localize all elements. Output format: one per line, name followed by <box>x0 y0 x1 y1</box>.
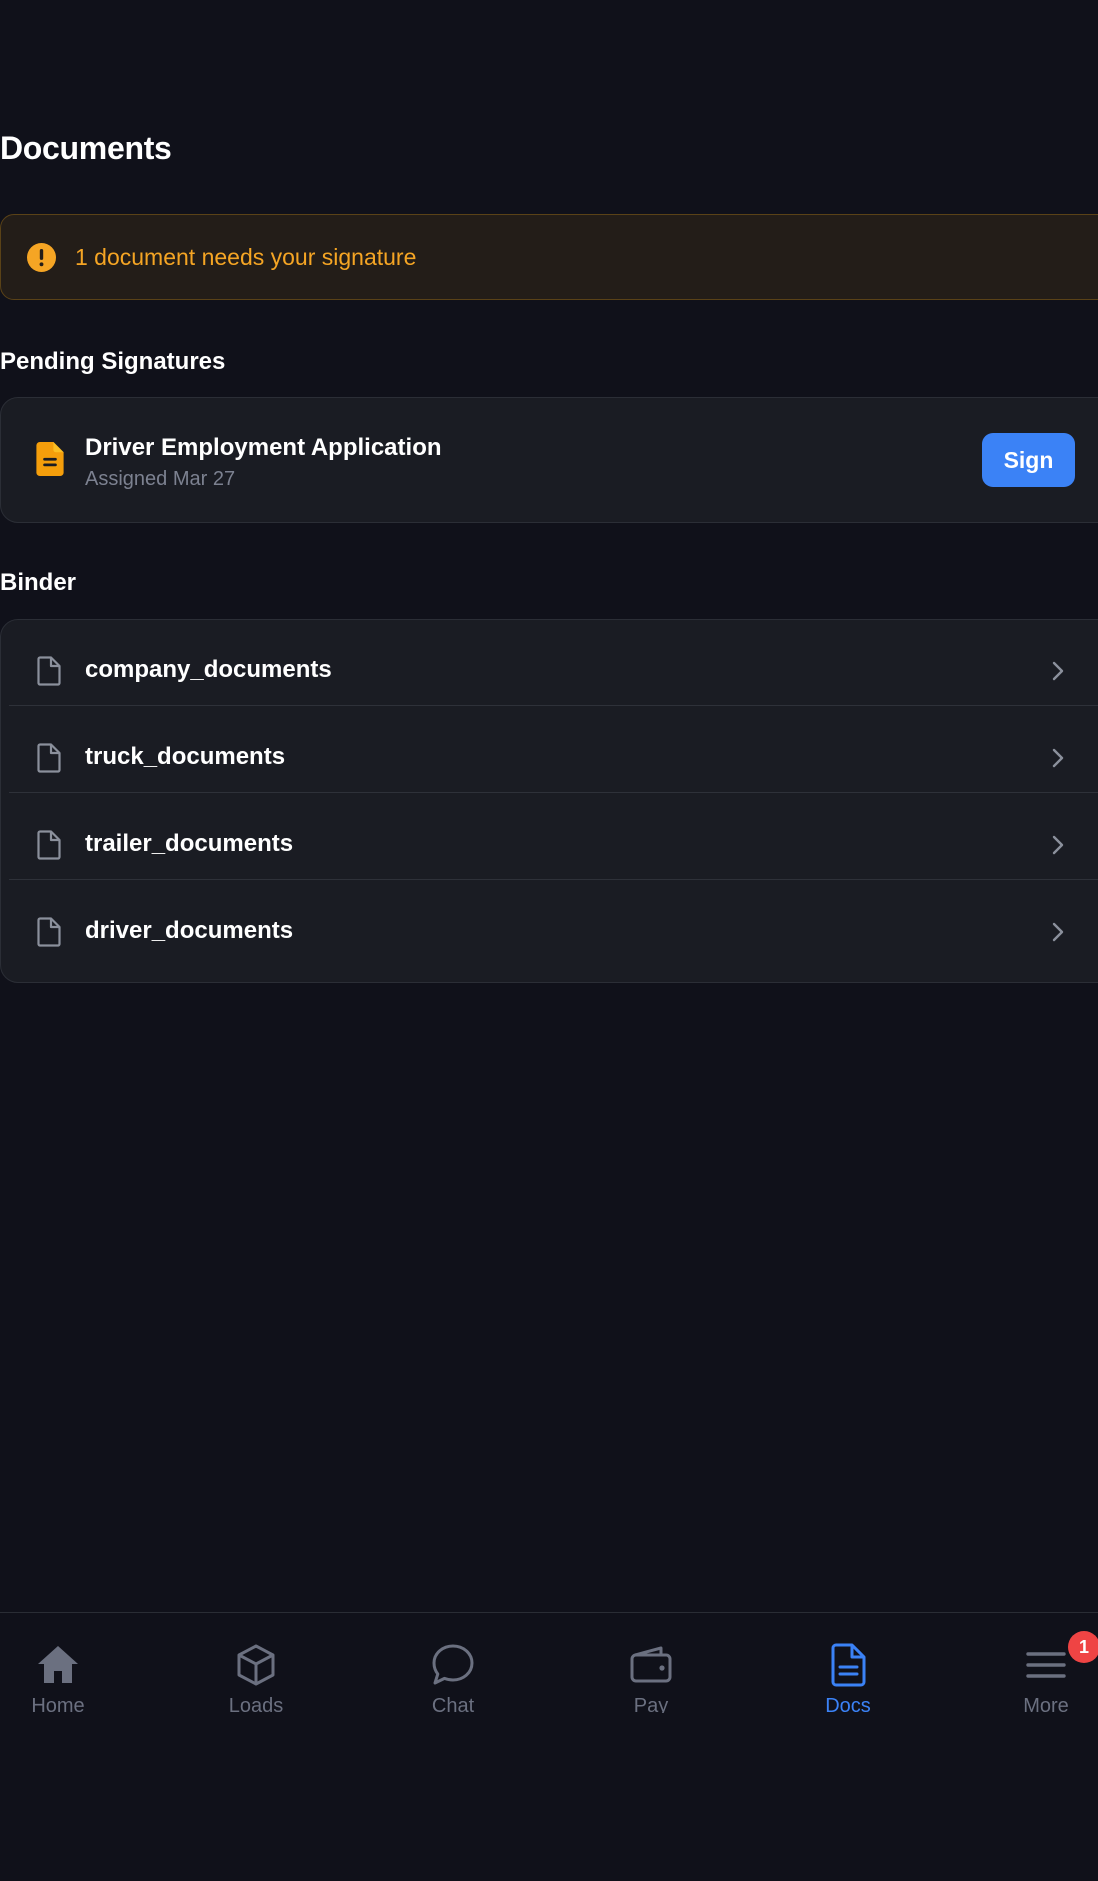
document-icon <box>37 917 61 947</box>
nav-tab-label: Chat <box>431 1695 475 1713</box>
chat-bubble-icon <box>432 1644 474 1685</box>
binder-list: company_documents truck_documents traile… <box>0 619 1098 983</box>
exclamation-circle-icon <box>27 243 56 272</box>
nav-tab-label: Loads <box>228 1695 284 1713</box>
binder-item-label: truck_documents <box>85 743 286 770</box>
nav-tab-pay[interactable]: Pay <box>591 1643 711 1723</box>
binder-heading: Binder <box>0 569 77 596</box>
document-icon <box>37 656 61 686</box>
sign-button[interactable]: Sign <box>982 433 1075 487</box>
document-icon <box>37 743 61 773</box>
document-icon <box>37 830 61 860</box>
cube-icon <box>237 1644 275 1686</box>
binder-item-company-documents[interactable]: company_documents <box>1 620 1098 706</box>
wallet-icon <box>630 1646 672 1683</box>
nav-tab-loads[interactable]: Loads <box>196 1643 316 1723</box>
home-icon <box>38 1646 78 1683</box>
binder-item-label: driver_documents <box>85 917 294 944</box>
pending-document-title: Driver Employment Application <box>85 434 442 461</box>
page-title: Documents <box>0 130 172 166</box>
alert-text: 1 document needs your signature <box>75 244 417 270</box>
nav-tab-docs[interactable]: Docs <box>788 1643 908 1723</box>
binder-item-label: trailer_documents <box>85 830 294 857</box>
divider <box>9 791 1098 793</box>
nav-tab-chat[interactable]: Chat <box>393 1643 513 1723</box>
nav-tab-more[interactable]: 1 More <box>986 1631 1098 1723</box>
signature-alert-banner[interactable]: 1 document needs your signature <box>0 214 1098 300</box>
nav-tab-label: Docs <box>825 1695 871 1713</box>
nav-tab-home[interactable]: Home <box>0 1643 118 1723</box>
pending-document-assigned-date: Assigned Mar 27 <box>85 468 236 490</box>
chevron-right-icon <box>1052 748 1064 768</box>
binder-item-label: company_documents <box>85 656 332 683</box>
chevron-right-icon <box>1052 661 1064 681</box>
chevron-right-icon <box>1052 922 1064 942</box>
notification-badge: 1 <box>1068 1631 1098 1663</box>
binder-item-trailer-documents[interactable]: trailer_documents <box>1 794 1098 880</box>
pending-document-card[interactable]: Driver Employment Application Assigned M… <box>0 397 1098 523</box>
pending-signatures-heading: Pending Signatures <box>0 348 226 375</box>
document-text-icon <box>36 442 64 476</box>
nav-tab-label: Home <box>31 1695 85 1713</box>
binder-item-truck-documents[interactable]: truck_documents <box>1 707 1098 793</box>
nav-tab-label: More <box>1023 1695 1069 1713</box>
menu-icon <box>1026 1652 1066 1678</box>
binder-item-driver-documents[interactable]: driver_documents <box>1 881 1098 967</box>
nav-tab-label: Pay <box>633 1695 669 1713</box>
bottom-nav: Home Loads Chat Pay Docs 1 More <box>0 1612 1098 1881</box>
divider <box>9 878 1098 880</box>
chevron-right-icon <box>1052 835 1064 855</box>
document-text-icon <box>831 1643 866 1687</box>
divider <box>9 704 1098 706</box>
